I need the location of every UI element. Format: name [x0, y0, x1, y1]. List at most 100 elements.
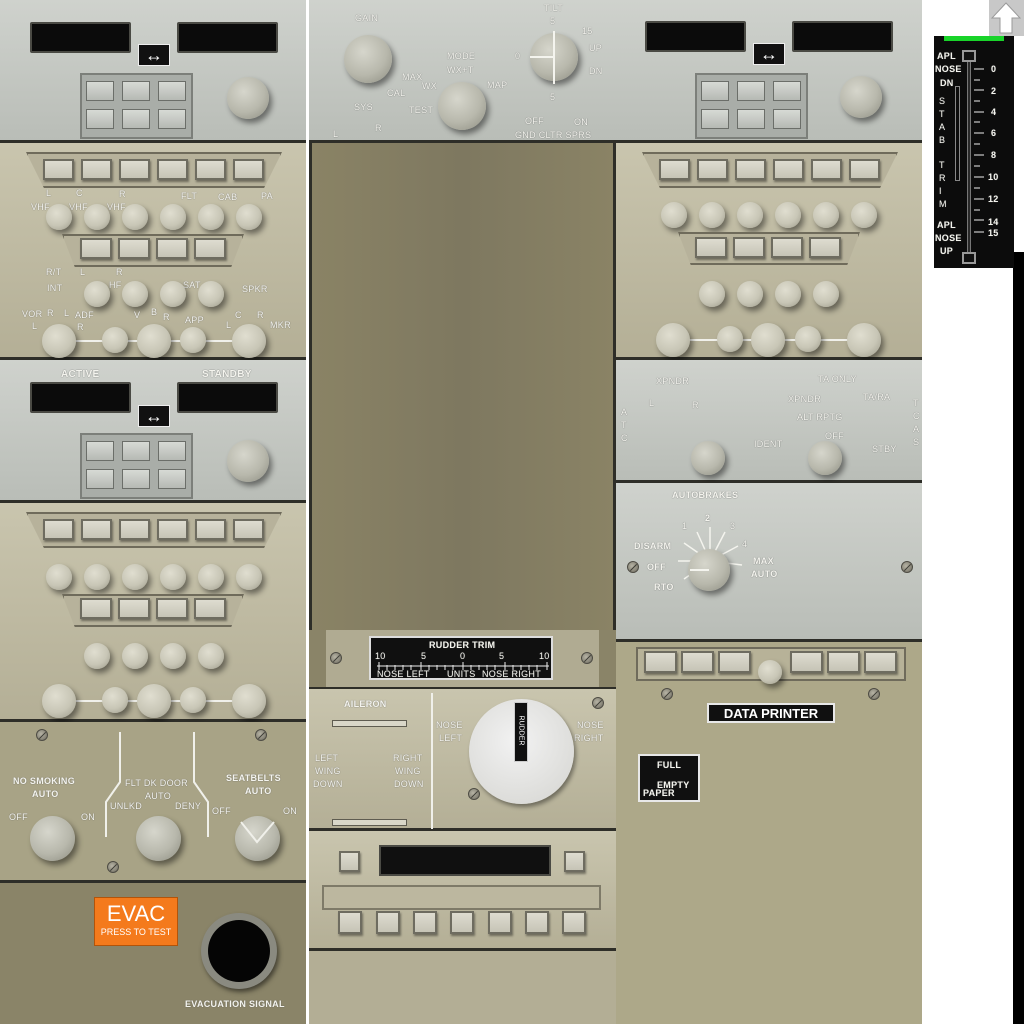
- keypad-key[interactable]: [158, 441, 186, 461]
- volume-knob[interactable]: [84, 643, 110, 669]
- volume-knob[interactable]: [851, 202, 877, 228]
- volume-knob[interactable]: [46, 204, 72, 230]
- volume-knob[interactable]: [813, 281, 839, 307]
- evac-button[interactable]: EVAC PRESS TO TEST: [94, 897, 178, 946]
- volume-knob[interactable]: [795, 326, 821, 352]
- keypad-key[interactable]: [122, 81, 150, 101]
- gain-knob[interactable]: [344, 35, 392, 83]
- mic-select-button[interactable]: [697, 159, 728, 180]
- volume-knob[interactable]: [84, 564, 110, 590]
- mode-knob[interactable]: [438, 82, 486, 130]
- printer-button[interactable]: [718, 651, 751, 673]
- volume-knob[interactable]: [102, 687, 128, 713]
- scroll-up-arrow-icon[interactable]: [989, 0, 1024, 36]
- keypad-key[interactable]: [158, 469, 186, 489]
- mic-select-button[interactable]: [194, 598, 226, 619]
- volume-knob[interactable]: [160, 204, 186, 230]
- nav-selector-knob[interactable]: [751, 323, 785, 357]
- printer-button[interactable]: [827, 651, 860, 673]
- nav-selector-knob-vb[interactable]: [137, 324, 171, 358]
- mic-select-button[interactable]: [733, 237, 765, 258]
- keypad-key[interactable]: [158, 109, 186, 129]
- interphone-key[interactable]: [450, 911, 474, 934]
- aileron-trim-switch-upper[interactable]: [332, 720, 407, 727]
- keypad-key[interactable]: [701, 109, 729, 129]
- mic-select-button[interactable]: [809, 237, 841, 258]
- mic-select-button[interactable]: [80, 598, 112, 619]
- mic-select-button-sat-l[interactable]: [156, 238, 188, 259]
- volume-knob[interactable]: [122, 643, 148, 669]
- volume-knob[interactable]: [84, 281, 110, 307]
- printer-button[interactable]: [790, 651, 823, 673]
- tcas-mode-knob[interactable]: [808, 441, 842, 475]
- keypad-key[interactable]: [86, 469, 114, 489]
- nav-selector-knob[interactable]: [42, 684, 76, 718]
- mic-select-button[interactable]: [695, 237, 727, 258]
- interphone-key[interactable]: [376, 911, 400, 934]
- mic-select-button[interactable]: [195, 519, 226, 540]
- keypad-key[interactable]: [86, 81, 114, 101]
- interphone-key[interactable]: [488, 911, 512, 934]
- keypad-key[interactable]: [737, 109, 765, 129]
- interphone-key[interactable]: [338, 911, 362, 934]
- mic-select-button[interactable]: [849, 159, 880, 180]
- volume-knob[interactable]: [737, 281, 763, 307]
- volume-knob[interactable]: [661, 202, 687, 228]
- keypad-key[interactable]: [122, 109, 150, 129]
- mic-select-button[interactable]: [81, 519, 112, 540]
- volume-knob[interactable]: [198, 643, 224, 669]
- volume-knob[interactable]: [198, 564, 224, 590]
- nav-selector-knob-vor[interactable]: [42, 324, 76, 358]
- mic-select-button-pa[interactable]: [233, 159, 264, 180]
- mic-select-button[interactable]: [735, 159, 766, 180]
- keypad-key[interactable]: [122, 441, 150, 461]
- mic-select-button-vhf-r[interactable]: [119, 159, 150, 180]
- xpndr-select-knob[interactable]: [691, 441, 725, 475]
- mic-select-button[interactable]: [771, 237, 803, 258]
- mic-select-button[interactable]: [773, 159, 804, 180]
- mic-select-button[interactable]: [157, 519, 188, 540]
- volume-knob[interactable]: [236, 564, 262, 590]
- interphone-key[interactable]: [413, 911, 437, 934]
- volume-knob[interactable]: [198, 281, 224, 307]
- keypad-key[interactable]: [122, 469, 150, 489]
- volume-knob[interactable]: [122, 204, 148, 230]
- aileron-trim-switch-lower[interactable]: [332, 819, 407, 826]
- stab-trim-slider-bottom[interactable]: [962, 252, 976, 264]
- volume-knob[interactable]: [775, 202, 801, 228]
- mic-select-button[interactable]: [43, 519, 74, 540]
- mic-select-button-sat-r[interactable]: [194, 238, 226, 259]
- mic-select-button-flt[interactable]: [157, 159, 188, 180]
- mic-select-button-hf-r[interactable]: [118, 238, 150, 259]
- mic-select-button-vhf-c[interactable]: [81, 159, 112, 180]
- printer-button[interactable]: [681, 651, 714, 673]
- volume-knob[interactable]: [813, 202, 839, 228]
- tuning-knob[interactable]: [840, 76, 882, 118]
- frequency-transfer-icon[interactable]: ↔: [138, 44, 170, 66]
- volume-knob[interactable]: [180, 327, 206, 353]
- interphone-key[interactable]: [562, 911, 586, 934]
- mic-select-button-vhf-l[interactable]: [43, 159, 74, 180]
- volume-knob[interactable]: [160, 643, 186, 669]
- flight-deck-door-switch[interactable]: [136, 816, 181, 861]
- volume-knob[interactable]: [699, 281, 725, 307]
- interphone-key[interactable]: [525, 911, 549, 934]
- tuning-knob[interactable]: [227, 440, 269, 482]
- nav-selector-knob[interactable]: [232, 684, 266, 718]
- printer-button[interactable]: [864, 651, 897, 673]
- mic-select-button[interactable]: [233, 519, 264, 540]
- keypad-key[interactable]: [737, 81, 765, 101]
- nav-selector-knob[interactable]: [656, 323, 690, 357]
- volume-knob[interactable]: [699, 202, 725, 228]
- keypad-key[interactable]: [158, 81, 186, 101]
- interphone-left-button[interactable]: [339, 851, 360, 872]
- keypad-key[interactable]: [701, 81, 729, 101]
- mic-select-button-hf-l[interactable]: [80, 238, 112, 259]
- volume-knob[interactable]: [180, 687, 206, 713]
- tuning-knob[interactable]: [227, 77, 269, 119]
- nav-selector-knob[interactable]: [847, 323, 881, 357]
- frequency-transfer-icon[interactable]: ↔: [138, 405, 170, 427]
- frequency-transfer-icon[interactable]: ↔: [753, 43, 785, 65]
- volume-knob[interactable]: [46, 564, 72, 590]
- volume-knob[interactable]: [737, 202, 763, 228]
